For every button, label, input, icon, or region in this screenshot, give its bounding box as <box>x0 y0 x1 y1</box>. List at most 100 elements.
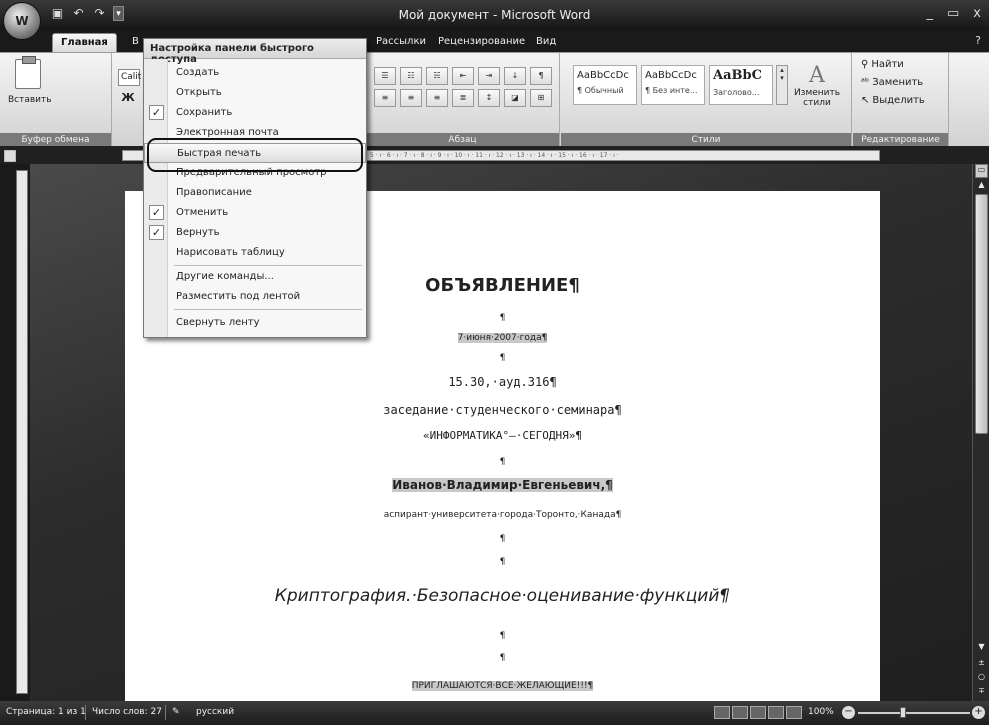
change-styles-button[interactable]: A Изменить стили <box>793 63 841 108</box>
scrollbar-thumb[interactable] <box>975 194 988 434</box>
borders-icon[interactable]: ⊞ <box>530 89 552 107</box>
menu-item-show-below-ribbon[interactable]: Разместить под лентой <box>144 287 366 307</box>
zoom-in-icon[interactable]: + <box>972 706 985 719</box>
vertical-scrollbar[interactable]: ▭ ▲ ▼ ± ○ ∓ <box>972 164 989 701</box>
shading-icon[interactable]: ◪ <box>504 89 526 107</box>
increase-indent-icon[interactable]: ⇥ <box>478 67 500 85</box>
zoom-level[interactable]: 100% <box>808 707 834 717</box>
menu-item-new[interactable]: Создать <box>144 63 366 83</box>
sort-icon[interactable]: ↓ <box>504 67 526 85</box>
align-left-icon[interactable]: ≡ <box>374 89 396 107</box>
doc-speaker: Иванов·Владимир·Евгеньевич,¶ <box>392 478 613 492</box>
line-spacing-icon[interactable]: ↕ <box>478 89 500 107</box>
styles-group-label[interactable]: Стили <box>561 133 851 147</box>
editing-group-label[interactable]: Редактирование <box>853 133 948 147</box>
menu-item-undo[interactable]: ✓ Отменить <box>144 203 366 223</box>
doc-topic: Криптография.·Безопасное·оценивание·функ… <box>274 586 731 606</box>
justify-icon[interactable]: ≣ <box>452 89 474 107</box>
clipboard-group-label[interactable]: Буфер обмена <box>0 133 111 147</box>
doc-pilcrow: ¶ <box>499 631 506 641</box>
style-sample: AaBbCcDc <box>577 70 629 81</box>
menu-item-draw-table[interactable]: Нарисовать таблицу <box>144 243 366 263</box>
menu-item-more-commands[interactable]: Другие команды... <box>144 267 366 287</box>
tab-selector[interactable] <box>4 150 16 162</box>
doc-affiliation: аспирант·университета·города·Торонто,·Ка… <box>383 510 622 520</box>
style-name: ¶ Обычный <box>577 86 624 95</box>
replace-button[interactable]: ᵃᵇ Заменить <box>861 77 923 88</box>
doc-time: 15.30,·ауд.316¶ <box>448 375 557 389</box>
decrease-indent-icon[interactable]: ⇤ <box>452 67 474 85</box>
bold-button[interactable]: Ж <box>118 91 138 109</box>
draft-view-icon[interactable] <box>786 706 802 719</box>
scroll-up-icon[interactable]: ▲ <box>975 180 988 192</box>
paragraph-group-label[interactable]: Абзац <box>366 133 559 147</box>
menu-item-label: Создать <box>176 67 220 78</box>
font-name-box[interactable]: Calit <box>118 69 141 86</box>
align-center-icon[interactable]: ≡ <box>400 89 422 107</box>
multilevel-list-icon[interactable]: ☵ <box>426 67 448 85</box>
doc-pilcrow: ¶ <box>499 653 506 663</box>
menu-item-label: Вернуть <box>176 227 220 238</box>
next-page-icon[interactable]: ∓ <box>975 686 988 698</box>
doc-invite: ПРИГЛАШАЮТСЯ·ВСЕ·ЖЕЛАЮЩИЕ!!!¶ <box>411 681 594 691</box>
doc-pilcrow: ¶ <box>499 534 506 544</box>
word-count[interactable]: Число слов: 27 <box>92 707 162 717</box>
help-icon[interactable]: ? <box>975 34 981 47</box>
align-right-icon[interactable]: ≡ <box>426 89 448 107</box>
paste-button[interactable]: Вставить <box>8 56 52 105</box>
numbering-icon[interactable]: ☷ <box>400 67 422 85</box>
zoom-out-icon[interactable]: − <box>842 706 855 719</box>
zoom-slider[interactable] <box>858 712 970 714</box>
maximize-button[interactable]: ▭ <box>947 6 959 21</box>
close-button[interactable]: x <box>973 6 981 21</box>
browse-object-icon[interactable]: ○ <box>975 672 988 684</box>
tab-review[interactable]: Рецензирование <box>430 33 533 52</box>
window-controls: _ ▭ x <box>927 6 982 21</box>
tab-mailings[interactable]: Рассылки <box>368 33 434 52</box>
doc-pilcrow: ¶ <box>499 557 506 567</box>
web-layout-view-icon[interactable] <box>750 706 766 719</box>
bullets-icon[interactable]: ☰ <box>374 67 396 85</box>
binoculars-icon: ⚲ <box>861 59 869 70</box>
show-marks-icon[interactable]: ¶ <box>530 67 552 85</box>
change-styles-icon: A <box>809 63 825 88</box>
tab-view[interactable]: Вид <box>528 33 564 52</box>
menu-header: Настройка панели быстрого доступа <box>144 39 366 65</box>
styles-scroll[interactable]: ▴ ▾ <box>776 65 788 105</box>
menu-item-redo[interactable]: ✓ Вернуть <box>144 223 366 243</box>
page-count[interactable]: Страница: 1 из 1 <box>6 707 86 717</box>
minimize-button[interactable]: _ <box>927 6 934 21</box>
proofing-icon[interactable]: ✎ <box>172 707 180 717</box>
menu-item-save[interactable]: ✓ Сохранить <box>144 103 366 123</box>
highlight-callout <box>147 138 363 172</box>
clipboard-group: Вставить Буфер обмена <box>0 53 112 147</box>
office-logo-icon: W <box>15 14 29 28</box>
status-bar: Страница: 1 из 1 Число слов: 27 ✎ русски… <box>0 701 989 725</box>
select-button[interactable]: ↖ Выделить <box>861 95 925 106</box>
office-button[interactable]: W <box>3 2 41 40</box>
menu-item-spelling[interactable]: Правописание <box>144 183 366 203</box>
find-label: Найти <box>871 59 904 70</box>
menu-item-minimize-ribbon[interactable]: Свернуть ленту <box>144 313 366 333</box>
style-heading[interactable]: AaBbC Заголово... <box>709 65 773 105</box>
style-normal[interactable]: AaBbCcDc ¶ Обычный <box>573 65 637 105</box>
print-layout-view-icon[interactable] <box>714 706 730 719</box>
paragraph-tools: ☰ ☷ ☵ ⇤ ⇥ ↓ ¶ ≡ ≡ ≡ ≣ ↕ ◪ ⊞ <box>374 67 554 107</box>
full-screen-view-icon[interactable] <box>732 706 748 719</box>
find-button[interactable]: ⚲ Найти <box>861 59 904 70</box>
previous-page-icon[interactable]: ± <box>975 658 988 670</box>
scroll-down-icon[interactable]: ▼ <box>975 642 988 654</box>
tab-home[interactable]: Главная <box>52 33 117 52</box>
outline-view-icon[interactable] <box>768 706 784 719</box>
paste-icon <box>15 56 41 89</box>
checkmark-icon: ✓ <box>149 205 164 220</box>
language[interactable]: русский <box>196 707 234 717</box>
menu-item-open[interactable]: Открыть <box>144 83 366 103</box>
doc-pilcrow: ¶ <box>499 457 506 467</box>
style-no-spacing[interactable]: AaBbCcDc ¶ Без инте... <box>641 65 705 105</box>
zoom-slider-thumb[interactable] <box>900 707 906 718</box>
menu-item-label: Разместить под лентой <box>176 291 301 302</box>
style-name: ¶ Без инте... <box>645 86 698 95</box>
vertical-ruler[interactable] <box>16 170 28 694</box>
ruler-toggle-icon[interactable]: ▭ <box>975 164 988 178</box>
